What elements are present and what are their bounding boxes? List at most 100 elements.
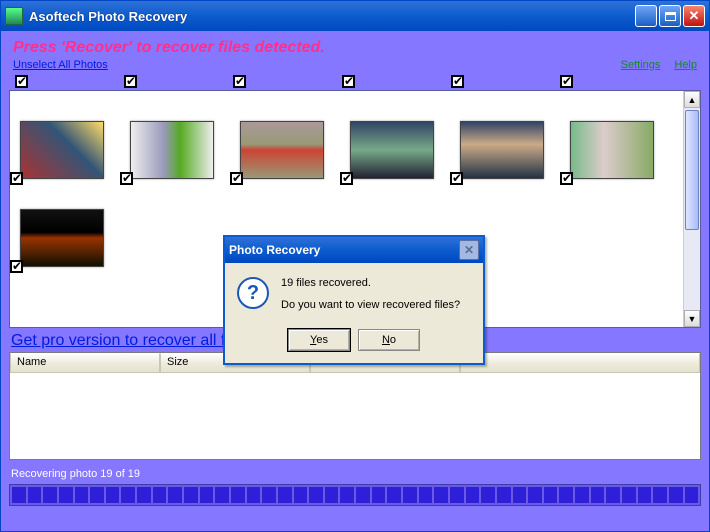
progress-segment xyxy=(559,487,573,503)
progress-segment xyxy=(591,487,605,503)
photo-checkbox[interactable] xyxy=(120,172,133,185)
settings-link[interactable]: Settings xyxy=(621,59,661,71)
photo-thumbnail xyxy=(130,121,214,179)
vertical-scrollbar[interactable]: ▲ ▼ xyxy=(683,91,700,327)
no-button[interactable]: No xyxy=(358,329,420,351)
dialog-button-row: Yes No xyxy=(237,329,471,351)
scroll-thumb[interactable] xyxy=(685,110,699,230)
photo-item[interactable] xyxy=(240,121,324,179)
scroll-up-button[interactable]: ▲ xyxy=(684,91,700,108)
photo-item[interactable] xyxy=(460,121,544,179)
progress-segment xyxy=(231,487,245,503)
photo-checkbox[interactable] xyxy=(230,172,243,185)
photo-item[interactable] xyxy=(570,121,654,179)
progress-segment xyxy=(685,487,699,503)
photo-item[interactable] xyxy=(130,121,214,179)
progress-segment xyxy=(262,487,276,503)
page-heading: Press 'Recover' to recover files detecte… xyxy=(9,31,701,59)
window-title: Asoftech Photo Recovery xyxy=(29,9,633,24)
photo-item[interactable] xyxy=(20,121,104,179)
column-checkbox[interactable] xyxy=(560,75,573,88)
photo-checkbox[interactable] xyxy=(450,172,463,185)
client-area: Press 'Recover' to recover files detecte… xyxy=(1,31,709,531)
dialog-line-1: 19 files recovered. xyxy=(281,277,460,289)
maximize-button[interactable] xyxy=(659,5,681,27)
dialog-title-bar: Photo Recovery ✕ xyxy=(225,237,483,263)
progress-segment xyxy=(278,487,292,503)
dialog-title: Photo Recovery xyxy=(229,243,459,257)
progress-segment xyxy=(325,487,339,503)
progress-segment xyxy=(497,487,511,503)
progress-segment xyxy=(28,487,42,503)
recovery-dialog: Photo Recovery ✕ ? 19 files recovered. D… xyxy=(223,235,485,365)
progress-segment xyxy=(59,487,73,503)
progress-segment xyxy=(638,487,652,503)
progress-segment xyxy=(528,487,542,503)
progress-segment xyxy=(544,487,558,503)
progress-segment xyxy=(215,487,229,503)
progress-segment xyxy=(466,487,480,503)
progress-segment xyxy=(340,487,354,503)
column-header-blank[interactable] xyxy=(460,353,700,373)
progress-segment xyxy=(247,487,261,503)
dialog-close-button[interactable]: ✕ xyxy=(459,240,479,260)
progress-bar xyxy=(9,484,701,506)
title-bar: Asoftech Photo Recovery _ ✕ xyxy=(1,1,709,31)
progress-segment xyxy=(419,487,433,503)
close-button[interactable]: ✕ xyxy=(683,5,705,27)
progress-segment xyxy=(372,487,386,503)
link-row: Unselect All Photos Settings Help xyxy=(9,59,701,73)
dialog-messages: 19 files recovered. Do you want to view … xyxy=(281,277,460,321)
progress-segment xyxy=(106,487,120,503)
photo-thumbnail xyxy=(350,121,434,179)
progress-segment xyxy=(309,487,323,503)
table-body xyxy=(10,373,700,459)
scroll-down-button[interactable]: ▼ xyxy=(684,310,700,327)
status-text: Recovering photo 19 of 19 xyxy=(9,460,701,484)
column-checkbox[interactable] xyxy=(451,75,464,88)
progress-segment xyxy=(434,487,448,503)
progress-segment xyxy=(513,487,527,503)
photo-item[interactable] xyxy=(20,209,104,267)
dialog-line-2: Do you want to view recovered files? xyxy=(281,299,460,311)
column-checkbox[interactable] xyxy=(124,75,137,88)
file-table: Name Size Extension xyxy=(9,352,701,460)
photo-checkbox[interactable] xyxy=(10,260,23,273)
photo-thumbnail xyxy=(240,121,324,179)
application-window: Asoftech Photo Recovery _ ✕ Press 'Recov… xyxy=(0,0,710,532)
photo-item[interactable] xyxy=(350,121,434,179)
progress-segment xyxy=(168,487,182,503)
photo-thumbnail xyxy=(20,121,104,179)
unselect-all-link[interactable]: Unselect All Photos xyxy=(13,59,108,71)
photo-checkbox[interactable] xyxy=(10,172,23,185)
progress-segment xyxy=(387,487,401,503)
column-header-name[interactable]: Name xyxy=(10,353,160,373)
progress-segment xyxy=(606,487,620,503)
photo-thumbnail xyxy=(570,121,654,179)
help-link[interactable]: Help xyxy=(674,59,697,71)
progress-segment xyxy=(575,487,589,503)
question-icon: ? xyxy=(237,277,269,309)
scroll-track[interactable] xyxy=(684,108,700,310)
photo-thumbnail xyxy=(460,121,544,179)
progress-segment xyxy=(403,487,417,503)
progress-segment xyxy=(153,487,167,503)
progress-segment xyxy=(90,487,104,503)
top-check-row xyxy=(9,75,701,88)
app-icon xyxy=(5,7,23,25)
dialog-body: ? 19 files recovered. Do you want to vie… xyxy=(225,263,483,363)
minimize-button[interactable]: _ xyxy=(635,5,657,27)
column-checkbox[interactable] xyxy=(342,75,355,88)
column-checkbox[interactable] xyxy=(15,75,28,88)
photo-checkbox[interactable] xyxy=(340,172,353,185)
progress-segment xyxy=(137,487,151,503)
progress-segment xyxy=(622,487,636,503)
progress-segment xyxy=(200,487,214,503)
progress-segment xyxy=(669,487,683,503)
photo-checkbox[interactable] xyxy=(560,172,573,185)
progress-segment xyxy=(356,487,370,503)
yes-button[interactable]: Yes xyxy=(288,329,350,351)
progress-segment xyxy=(184,487,198,503)
column-checkbox[interactable] xyxy=(233,75,246,88)
progress-segment xyxy=(294,487,308,503)
